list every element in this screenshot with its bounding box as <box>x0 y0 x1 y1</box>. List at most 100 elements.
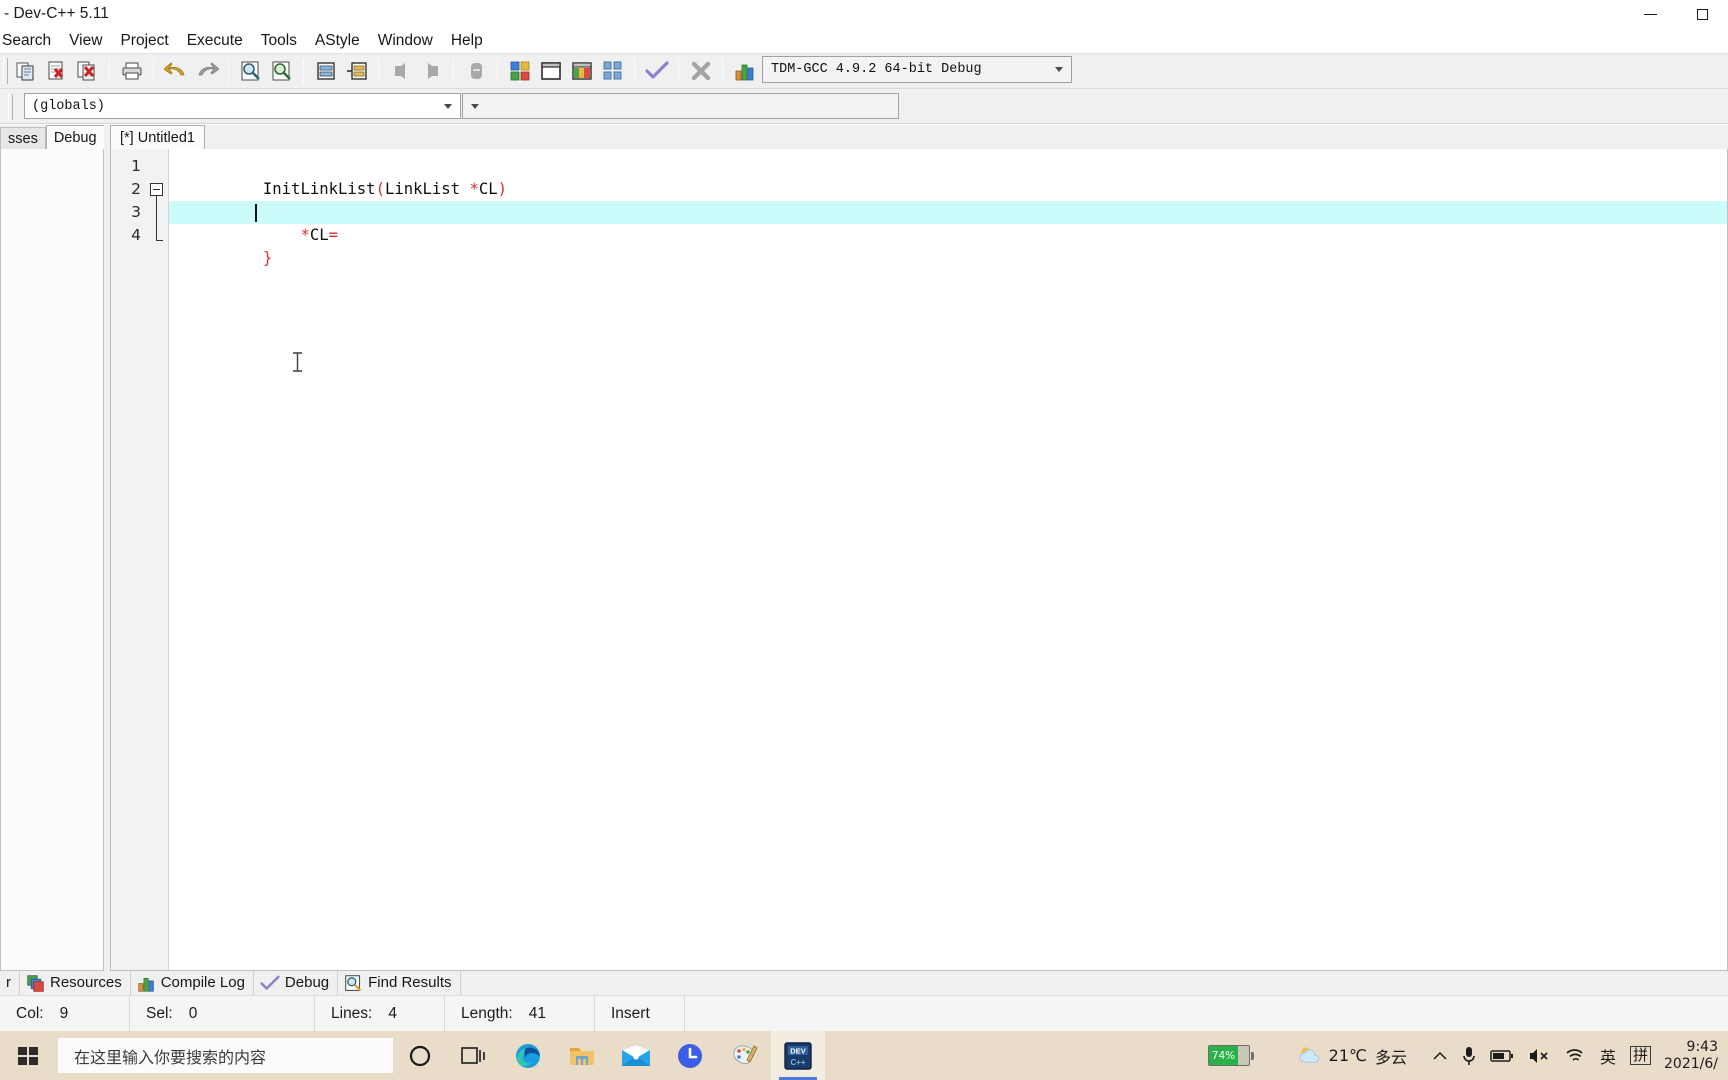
bottom-tab-compile-log[interactable]: Compile Log <box>131 971 254 995</box>
wifi-icon <box>1566 1048 1583 1061</box>
taskbar-search-box[interactable]: 在这里输入你要搜索的内容 <box>58 1038 393 1073</box>
scope-value: (globals) <box>32 98 105 114</box>
stop-execution-button[interactable] <box>686 57 715 86</box>
goto-line-button[interactable] <box>311 57 340 86</box>
step-forward-button[interactable] <box>417 57 446 86</box>
bottom-tab-compiler[interactable]: r <box>0 971 20 995</box>
syntax-check-button[interactable] <box>642 57 671 86</box>
devcpp-button[interactable]: DEV C++ <box>771 1031 825 1080</box>
toolbar-separator <box>678 59 679 83</box>
profile-button[interactable] <box>730 57 759 86</box>
goto-function-button[interactable] <box>342 57 371 86</box>
windows-taskbar: 在这里输入你要搜索的内容 DEV C++ 74% 21℃ 多云 英 拼 9:43… <box>0 1031 1728 1080</box>
replace-button[interactable] <box>267 57 296 86</box>
ime-mode-button[interactable]: 拼 <box>1623 1031 1658 1080</box>
left-tab-classes[interactable]: sses <box>0 127 46 149</box>
volume-muted-button[interactable] <box>1521 1031 1557 1080</box>
editor-tabs: [*] Untitled1 <box>110 125 1728 149</box>
code-line-4[interactable]: } <box>169 224 1727 267</box>
show-hidden-icons-button[interactable] <box>1425 1031 1455 1080</box>
run-button[interactable] <box>536 57 565 86</box>
compile-run-button[interactable] <box>567 57 596 86</box>
battery-status-widget[interactable]: 74% <box>1201 1031 1257 1080</box>
line-number: 1 <box>131 157 141 175</box>
battery-fill: 74% <box>1208 1046 1239 1065</box>
system-tray: 74% 21℃ 多云 英 拼 9:43 2021/6/ <box>1201 1031 1728 1080</box>
fold-collapse-icon[interactable] <box>150 183 163 196</box>
microphone-button[interactable] <box>1455 1031 1483 1080</box>
menu-item-view[interactable]: View <box>60 29 111 53</box>
left-tab-debug[interactable]: Debug <box>45 125 105 149</box>
bottom-tab-debug[interactable]: Debug <box>254 971 339 995</box>
paint-button[interactable] <box>717 1031 771 1080</box>
bottom-tab-resources[interactable]: Resources <box>20 971 131 995</box>
paint-palette-icon <box>733 1044 758 1064</box>
menu-item-astyle[interactable]: AStyle <box>306 29 369 53</box>
code-line-3[interactable]: *CL= <box>169 201 1727 244</box>
clock-app-button[interactable] <box>663 1031 717 1080</box>
devcpp-window: - Dev-C++ 5.11 Search View Project Execu… <box>0 0 1728 1080</box>
compile-button[interactable] <box>505 57 534 86</box>
scope-dropdown[interactable]: (globals) <box>24 93 461 119</box>
resources-icon <box>27 974 44 992</box>
toolbar-grip[interactable] <box>3 58 8 84</box>
code-editor[interactable]: 1 2 3 4 InitLinkList(LinkList *CL) { *CL… <box>110 149 1728 971</box>
ime-language-button[interactable]: 英 <box>1593 1031 1623 1080</box>
toolbar-separator <box>497 59 498 83</box>
menu-item-project[interactable]: Project <box>111 29 177 53</box>
mail-button[interactable] <box>609 1031 663 1080</box>
bottom-tab-label: Resources <box>50 974 122 991</box>
check-mark-icon <box>260 975 280 990</box>
member-dropdown[interactable] <box>462 93 899 119</box>
scope-arrow[interactable] <box>436 94 460 119</box>
check-mark-icon <box>644 61 669 79</box>
menu-item-help[interactable]: Help <box>442 29 492 53</box>
status-insert-value: Insert <box>611 1004 650 1022</box>
close-all-button[interactable] <box>73 57 102 86</box>
find-button[interactable] <box>236 57 265 86</box>
redo-button[interactable] <box>192 57 221 86</box>
new-file-button[interactable] <box>11 57 40 86</box>
task-view-icon <box>461 1046 485 1064</box>
toolbar-grip[interactable] <box>8 94 13 120</box>
network-button[interactable] <box>1557 1031 1593 1080</box>
magnifier-icon <box>241 61 260 81</box>
editor-tab-untitled1[interactable]: [*] Untitled1 <box>110 125 205 149</box>
code-line-1[interactable]: InitLinkList(LinkList *CL) <box>169 155 1727 198</box>
compiler-set-dropdown[interactable]: TDM-GCC 4.9.2 64-bit Debug <box>762 56 1072 83</box>
menu-item-window[interactable]: Window <box>369 29 442 53</box>
edge-button[interactable] <box>501 1031 555 1080</box>
window-title: - Dev-C++ 5.11 <box>4 5 109 22</box>
file-explorer-button[interactable] <box>555 1031 609 1080</box>
status-col-key: Col: <box>16 1004 44 1022</box>
main-panel-area: sses Debug [*] Untitled1 1 2 3 4 InitLin… <box>0 125 1728 971</box>
task-view-button[interactable] <box>447 1031 501 1080</box>
clock-widget[interactable]: 9:43 2021/6/ <box>1658 1031 1728 1080</box>
print-button[interactable] <box>117 57 146 86</box>
rebuild-all-icon <box>603 61 621 80</box>
weather-widget[interactable]: 21℃ 多云 <box>1257 1031 1425 1080</box>
folder-icon <box>570 1047 594 1065</box>
weather-desc: 多云 <box>1374 1047 1407 1067</box>
compiler-set-arrow[interactable] <box>1047 57 1071 82</box>
rebuild-all-button[interactable] <box>598 57 627 86</box>
close-file-button[interactable] <box>42 57 71 86</box>
member-arrow[interactable] <box>463 94 487 119</box>
minimize-button[interactable] <box>1624 0 1676 29</box>
step-back-button[interactable] <box>386 57 415 86</box>
bookmark-button[interactable] <box>461 57 490 86</box>
battery-tray-button[interactable] <box>1483 1031 1521 1080</box>
code-line-2[interactable]: { <box>169 178 1727 221</box>
code-text-area[interactable]: InitLinkList(LinkList *CL) { *CL= } <box>169 149 1727 970</box>
menu-item-search[interactable]: Search <box>0 29 60 53</box>
menu-item-execute[interactable]: Execute <box>178 29 252 53</box>
start-button[interactable] <box>0 1031 56 1080</box>
close-file-icon <box>48 61 63 80</box>
maximize-button[interactable] <box>1676 0 1728 29</box>
menu-bar: Search View Project Execute Tools AStyle… <box>0 29 1728 53</box>
menu-item-tools[interactable]: Tools <box>252 29 306 53</box>
text-caret <box>255 204 257 222</box>
bottom-tab-find-results[interactable]: Find Results <box>338 971 461 995</box>
undo-button[interactable] <box>161 57 190 86</box>
cortana-button[interactable] <box>393 1031 447 1080</box>
